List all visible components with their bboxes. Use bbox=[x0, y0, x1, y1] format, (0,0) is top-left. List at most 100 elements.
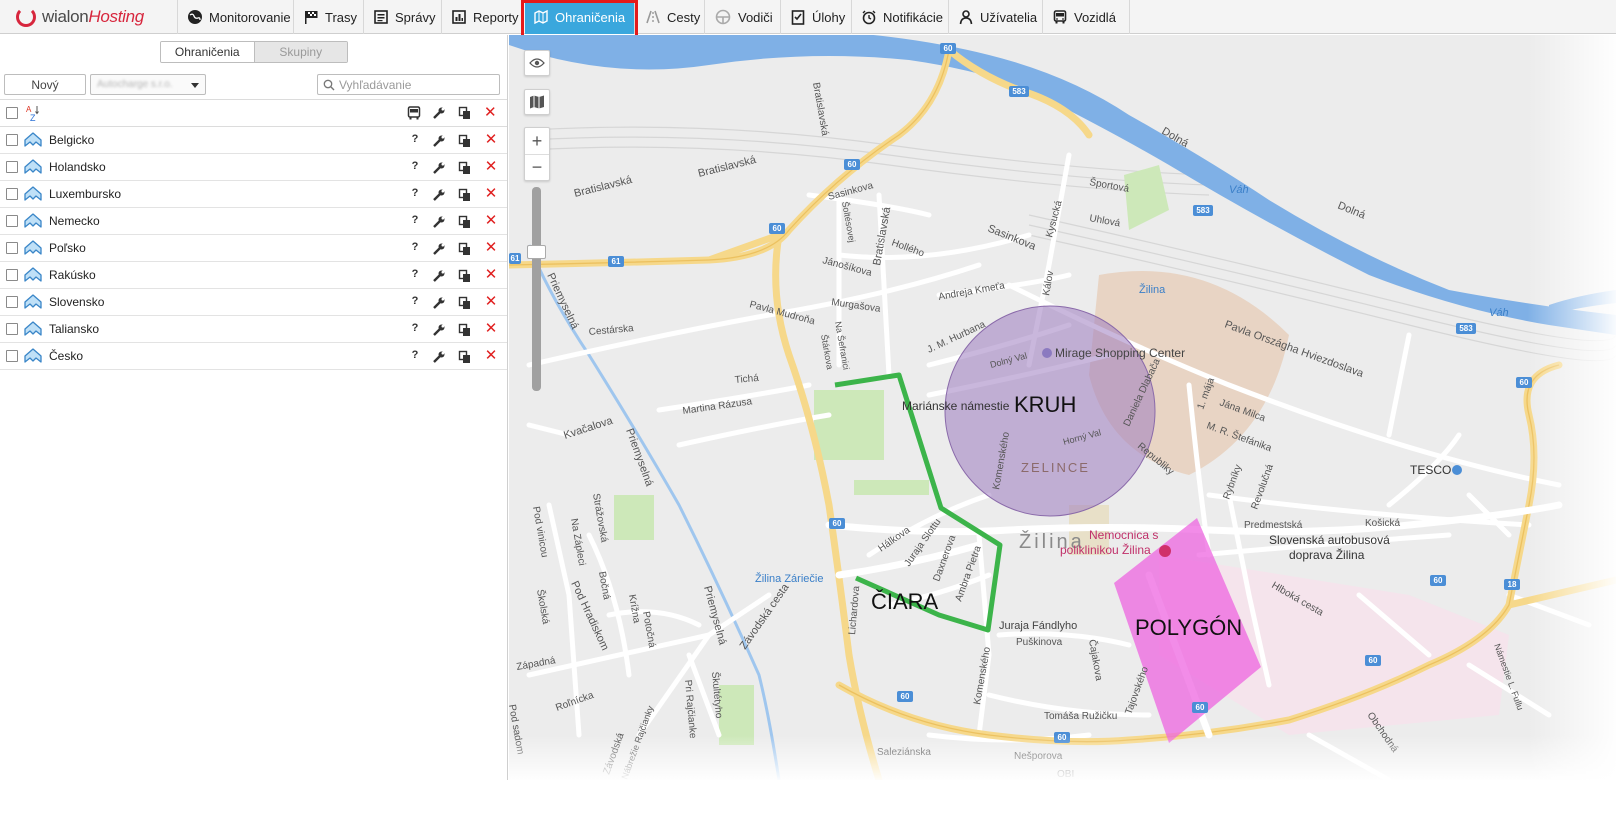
info-icon[interactable]: ? bbox=[408, 160, 422, 172]
nav-reports[interactable]: Reporty bbox=[443, 0, 522, 34]
geofence-row[interactable]: Česko? ✕ bbox=[0, 343, 507, 370]
geofence-name[interactable]: Luxembursko bbox=[49, 187, 121, 201]
search-field[interactable] bbox=[317, 74, 500, 95]
geofence-name[interactable]: Poľsko bbox=[49, 241, 86, 255]
info-icon[interactable]: ? bbox=[408, 268, 422, 280]
copy-icon[interactable] bbox=[458, 242, 472, 256]
nav-monitoring[interactable]: Monitorovanie bbox=[179, 0, 294, 34]
account-select[interactable]: Autocharge s.r.o. bbox=[90, 74, 206, 95]
delete-icon[interactable]: ✕ bbox=[484, 292, 498, 310]
wrench-icon[interactable] bbox=[432, 350, 446, 364]
zoom-slider-handle[interactable] bbox=[527, 245, 546, 259]
map-layers-button[interactable] bbox=[524, 89, 550, 115]
info-icon[interactable]: ? bbox=[408, 241, 422, 253]
geofence-name[interactable]: Rakúsko bbox=[49, 268, 96, 282]
units-filter-icon[interactable] bbox=[406, 105, 422, 121]
sort-alpha-icon[interactable]: AZ bbox=[26, 104, 42, 122]
nav-label: Vozidlá bbox=[1074, 9, 1116, 25]
wrench-icon[interactable] bbox=[432, 296, 446, 310]
delete-icon[interactable]: ✕ bbox=[484, 265, 498, 283]
geofence-row[interactable]: Poľsko? ✕ bbox=[0, 235, 507, 262]
tab-groups[interactable]: Skupiny bbox=[253, 42, 347, 62]
geofence-name[interactable]: Holandsko bbox=[49, 160, 106, 174]
copy-icon[interactable] bbox=[458, 323, 472, 337]
select-all-checkbox[interactable] bbox=[6, 107, 18, 119]
delete-icon[interactable]: ✕ bbox=[484, 130, 498, 148]
nav-trips[interactable]: Cesty bbox=[637, 0, 705, 34]
info-icon[interactable]: ? bbox=[408, 214, 422, 226]
wrench-icon[interactable] bbox=[432, 323, 446, 337]
label-kruh: KRUH bbox=[1014, 392, 1076, 417]
tab-geofences[interactable]: Ohraničenia bbox=[161, 42, 254, 62]
info-icon[interactable]: ? bbox=[408, 187, 422, 199]
wrench-icon[interactable] bbox=[432, 215, 446, 229]
nav-drivers[interactable]: Vodiči bbox=[706, 0, 781, 34]
row-checkbox[interactable] bbox=[6, 215, 18, 227]
row-checkbox[interactable] bbox=[6, 350, 18, 362]
geofence-row[interactable]: Taliansko? ✕ bbox=[0, 316, 507, 343]
nav-label: Úlohy bbox=[812, 9, 846, 25]
row-checkbox[interactable] bbox=[6, 242, 18, 254]
copy-icon[interactable] bbox=[458, 350, 472, 364]
copy-icon[interactable] bbox=[458, 106, 472, 120]
nav-messages[interactable]: Správy bbox=[365, 0, 442, 34]
geofence-name[interactable]: Belgicko bbox=[49, 133, 94, 147]
wrench-icon[interactable] bbox=[432, 134, 446, 148]
copy-icon[interactable] bbox=[458, 188, 472, 202]
copy-icon[interactable] bbox=[458, 296, 472, 310]
copy-icon[interactable] bbox=[458, 134, 472, 148]
wrench-icon[interactable] bbox=[432, 106, 446, 120]
new-geofence-button[interactable]: Nový bbox=[4, 74, 86, 95]
geofence-row[interactable]: Rakúsko? ✕ bbox=[0, 262, 507, 289]
row-checkbox[interactable] bbox=[6, 161, 18, 173]
delete-icon[interactable]: ✕ bbox=[484, 184, 498, 202]
info-icon[interactable]: ? bbox=[408, 295, 422, 307]
visibility-toggle-button[interactable] bbox=[524, 50, 550, 76]
delete-icon[interactable]: ✕ bbox=[484, 319, 498, 337]
nav-tasks[interactable]: Úlohy bbox=[782, 0, 852, 34]
geofence-name[interactable]: Taliansko bbox=[49, 322, 99, 336]
copy-icon[interactable] bbox=[458, 269, 472, 283]
geofence-name[interactable]: Nemecko bbox=[49, 214, 100, 228]
nav-routes[interactable]: Trasy bbox=[295, 0, 364, 34]
geofence-row[interactable]: Belgicko? ✕ bbox=[0, 127, 507, 154]
row-checkbox[interactable] bbox=[6, 269, 18, 281]
wrench-icon[interactable] bbox=[432, 269, 446, 283]
wrench-icon[interactable] bbox=[432, 188, 446, 202]
zoom-slider-track[interactable] bbox=[532, 187, 541, 391]
delete-icon[interactable]: ✕ bbox=[484, 346, 498, 364]
geofence-row[interactable]: Luxembursko? ✕ bbox=[0, 181, 507, 208]
wrench-icon[interactable] bbox=[432, 161, 446, 175]
map-canvas[interactable]: 60 60 583 583 583 60 60 61 61 60 60 60 6… bbox=[509, 35, 1616, 780]
copy-icon[interactable] bbox=[458, 215, 472, 229]
row-checkbox[interactable] bbox=[6, 188, 18, 200]
info-icon[interactable]: ? bbox=[408, 349, 422, 361]
info-icon[interactable]: ? bbox=[408, 322, 422, 334]
hospital-icon bbox=[1159, 545, 1171, 557]
info-icon[interactable]: ? bbox=[408, 133, 422, 145]
delete-icon[interactable]: ✕ bbox=[484, 238, 498, 256]
zoom-out-button[interactable]: − bbox=[525, 154, 549, 180]
map-view[interactable]: 60 60 583 583 583 60 60 61 61 60 60 60 6… bbox=[509, 35, 1616, 780]
geofence-row[interactable]: Holandsko? ✕ bbox=[0, 154, 507, 181]
svg-text:60: 60 bbox=[1058, 733, 1067, 742]
row-checkbox[interactable] bbox=[6, 296, 18, 308]
row-checkbox[interactable] bbox=[6, 134, 18, 146]
delete-icon[interactable]: ✕ bbox=[484, 157, 498, 175]
search-input[interactable] bbox=[339, 77, 489, 92]
nav-notifications[interactable]: Notifikácie bbox=[853, 0, 949, 34]
geofence-name[interactable]: Česko bbox=[49, 349, 83, 363]
copy-icon[interactable] bbox=[458, 161, 472, 175]
geofence-row[interactable]: Nemecko? ✕ bbox=[0, 208, 507, 235]
delete-icon[interactable]: ✕ bbox=[484, 103, 497, 121]
nav-geofences[interactable]: Ohraničenia bbox=[525, 0, 635, 34]
nav-users[interactable]: Užívatelia bbox=[950, 0, 1043, 34]
wrench-icon[interactable] bbox=[432, 242, 446, 256]
zoom-in-button[interactable]: + bbox=[525, 128, 549, 154]
geofence-row[interactable]: Slovensko? ✕ bbox=[0, 289, 507, 316]
nav-units[interactable]: Vozidlá bbox=[1044, 0, 1130, 34]
geofence-name[interactable]: Slovensko bbox=[49, 295, 104, 309]
row-checkbox[interactable] bbox=[6, 323, 18, 335]
wialon-logo[interactable]: wialonHosting bbox=[0, 0, 178, 34]
delete-icon[interactable]: ✕ bbox=[484, 211, 498, 229]
